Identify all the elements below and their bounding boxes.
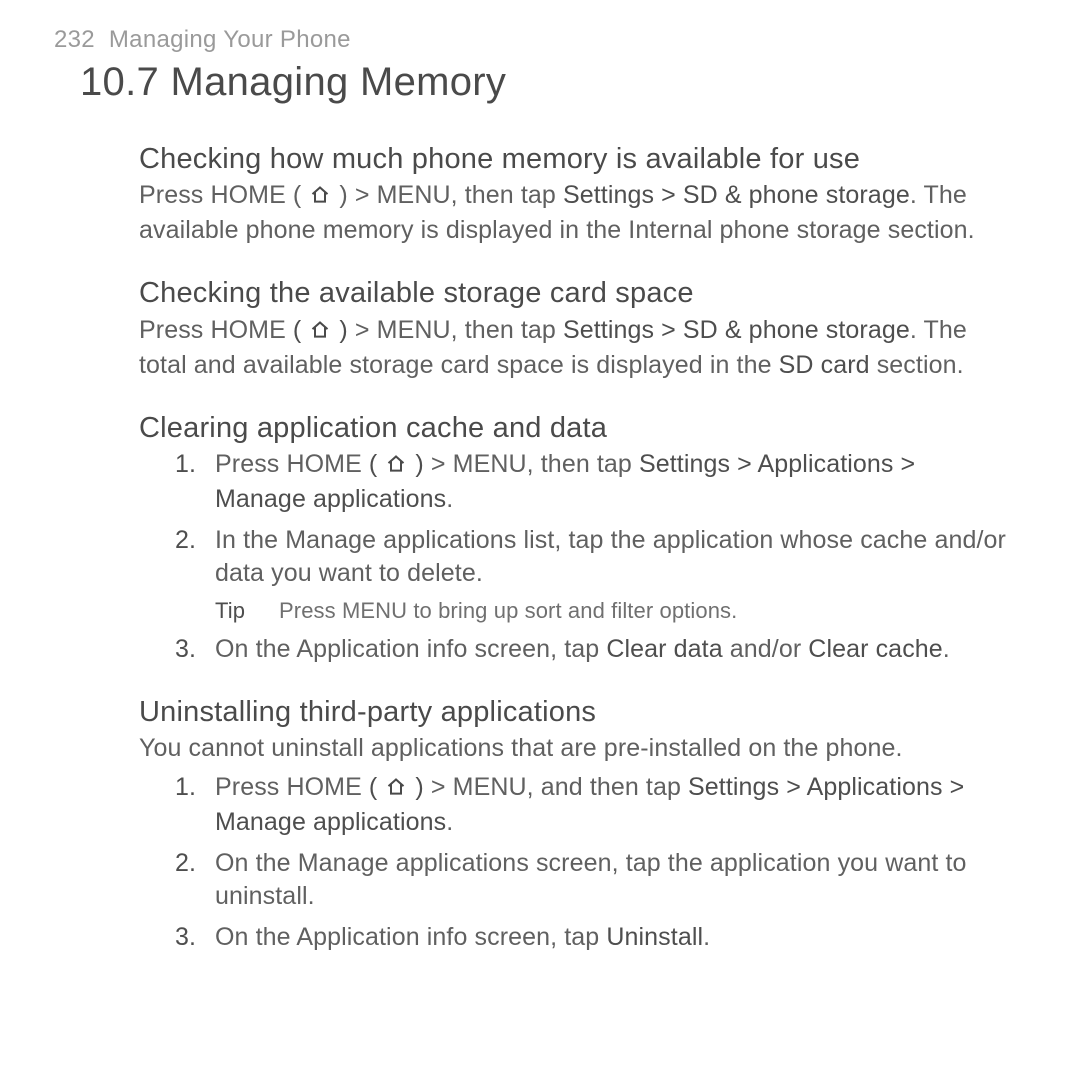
section-body: Press HOME ( ) > MENU, then tap Settings… xyxy=(139,314,1012,382)
chapter-title: 10.7 Managing Memory xyxy=(80,60,1026,105)
home-icon xyxy=(386,773,406,806)
section-title: Checking how much phone memory is availa… xyxy=(139,141,1012,177)
step: In the Manage applications list, tap the… xyxy=(209,524,1012,625)
section-check-card-space: Checking the available storage card spac… xyxy=(139,275,1012,381)
page: 232 Managing Your Phone 10.7 Managing Me… xyxy=(0,0,1080,954)
content-area: Checking how much phone memory is availa… xyxy=(54,141,1026,954)
section-title: Checking the available storage card spac… xyxy=(139,275,1012,311)
step: On the Application info screen, tap Unin… xyxy=(209,921,1012,954)
page-number: 232 xyxy=(54,26,95,53)
home-icon xyxy=(310,316,330,349)
tip-text: Press MENU to bring up sort and filter o… xyxy=(279,596,737,625)
running-title: Managing Your Phone xyxy=(109,26,351,53)
section-intro: You cannot uninstall applications that a… xyxy=(139,732,1012,765)
section-clear-cache: Clearing application cache and data Pres… xyxy=(139,410,1012,666)
section-title: Uninstalling third-party applications xyxy=(139,694,1012,730)
home-icon xyxy=(310,181,330,214)
tip-row: Tip Press MENU to bring up sort and filt… xyxy=(215,596,1012,625)
section-uninstall: Uninstalling third-party applications Yo… xyxy=(139,694,1012,954)
step: Press HOME ( ) > MENU, then tap Settings… xyxy=(209,448,1012,516)
section-check-phone-memory: Checking how much phone memory is availa… xyxy=(139,141,1012,247)
home-icon xyxy=(386,450,406,483)
section-title: Clearing application cache and data xyxy=(139,410,1012,446)
running-header: 232 Managing Your Phone xyxy=(54,26,1026,54)
steps-list: Press HOME ( ) > MENU, then tap Settings… xyxy=(139,448,1012,666)
section-body: Press HOME ( ) > MENU, then tap Settings… xyxy=(139,179,1012,247)
step: Press HOME ( ) > MENU, and then tap Sett… xyxy=(209,771,1012,839)
steps-list: Press HOME ( ) > MENU, and then tap Sett… xyxy=(139,771,1012,954)
tip-label: Tip xyxy=(215,596,279,625)
step: On the Application info screen, tap Clea… xyxy=(209,633,1012,666)
step: On the Manage applications screen, tap t… xyxy=(209,847,1012,913)
